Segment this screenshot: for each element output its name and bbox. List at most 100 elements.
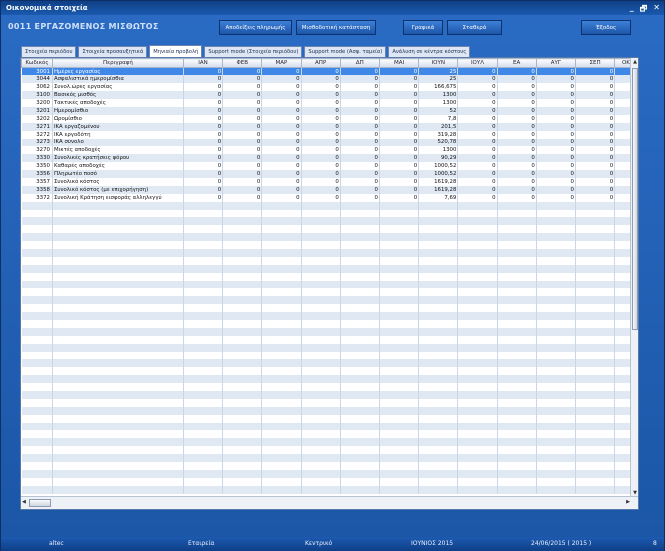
table-row[interactable]: 3201Ημερομίσθιο0000005200000	[21, 106, 632, 115]
table-row[interactable]	[21, 430, 632, 439]
cell-value: 0	[261, 75, 302, 84]
scroll-up-icon[interactable]: ▲	[631, 58, 638, 66]
column-header[interactable]: ΕΑ	[496, 58, 537, 68]
table-row[interactable]	[21, 327, 632, 336]
table-row[interactable]: 3356Πληρωτέο ποσό0000001000,5200000	[21, 170, 632, 178]
table-row[interactable]: 3271ΙΚΑ εργαζομένου000000201,500000	[21, 122, 632, 131]
table-row[interactable]	[21, 383, 632, 392]
vertical-scrollbar[interactable]: ▲ ▼	[630, 58, 638, 497]
cell-value	[379, 201, 420, 210]
table-row[interactable]	[21, 454, 632, 463]
cell-value	[536, 217, 576, 226]
cell-value: 0	[575, 162, 616, 171]
table-row[interactable]: 3372 Συνολική Κράτηση εισφοράς αλληλεγγύ 0…	[21, 193, 632, 202]
table-row[interactable]	[21, 391, 632, 399]
tab-support-funds[interactable]: Support mode (Ασφ. ταμεία)	[304, 46, 387, 57]
column-header[interactable]: ΙΑΝ	[182, 58, 224, 68]
table-row[interactable]	[21, 209, 632, 218]
table-row[interactable]	[21, 351, 632, 360]
table-row[interactable]	[21, 272, 632, 281]
column-header[interactable]: ΑΥΓ	[535, 58, 576, 68]
table-row[interactable]	[21, 312, 632, 320]
table-row[interactable]	[21, 438, 632, 447]
table-row[interactable]	[21, 406, 632, 415]
table-row[interactable]	[21, 359, 632, 368]
table-row[interactable]: 3200Τακτικές αποδοχές000000130000000	[21, 99, 632, 107]
table-row[interactable]	[21, 469, 632, 478]
table-row[interactable]	[21, 241, 632, 249]
horizontal-scrollbar[interactable]: ◀ ▶	[21, 496, 638, 509]
table-row[interactable]	[21, 233, 632, 242]
table-row[interactable]	[21, 477, 632, 486]
table-row[interactable]	[21, 288, 632, 297]
tab-cost-centers[interactable]: Ανάλυση σε κέντρα κόστους	[388, 46, 471, 57]
table-row[interactable]	[21, 375, 632, 384]
table-row[interactable]: 3270Μικτές αποδοχές000000130000000	[21, 146, 632, 155]
scroll-left-icon[interactable]: ◀	[22, 499, 26, 505]
tab-additional-data[interactable]: Στοιχεία προσαυξητικά	[78, 46, 148, 57]
table-row[interactable]	[21, 343, 632, 352]
table-row[interactable]	[21, 304, 632, 313]
status-count: 8	[653, 540, 657, 547]
table-row[interactable]	[21, 446, 632, 455]
tab-monthly-view[interactable]: Μηνιαία προβολή	[149, 45, 203, 57]
table-row[interactable]	[21, 462, 632, 470]
scroll-right-icon[interactable]: ▶	[626, 499, 630, 505]
payment-receipts-button[interactable]: Αποδείξεις πληρωμής	[219, 20, 292, 35]
column-header[interactable]: ΦΕΒ	[222, 58, 263, 68]
charts-button[interactable]: Γραφικά	[403, 20, 443, 35]
cell-value: 0	[301, 122, 341, 131]
table-row[interactable]	[21, 256, 632, 265]
table-row[interactable]: 3001Ημέρες εργασίας0000002500000	[21, 67, 632, 76]
cell-value: 0	[261, 146, 302, 155]
table-row[interactable]	[21, 367, 632, 376]
cell-value: 0	[340, 83, 380, 92]
table-row[interactable]: 3202Ωρομίσθιο0000007,800000	[21, 114, 632, 123]
table-row[interactable]	[21, 320, 632, 328]
cell-value	[222, 217, 263, 226]
table-row[interactable]: 3100Βασικός μισθός000000130000000	[21, 91, 632, 100]
column-header[interactable]: ΑΠΡ	[300, 58, 341, 68]
column-header[interactable]: ΔΠ	[339, 58, 380, 68]
vertical-scroll-thumb[interactable]	[632, 68, 638, 330]
column-header[interactable]: ΜΑΙ	[378, 58, 420, 68]
cell-value	[261, 438, 302, 447]
table-row[interactable]: 3272ΙΚΑ εργοδότη000000319,2800000	[21, 130, 632, 139]
table-row[interactable]: 3044Ασφαλιστικά ημερομίσθια0000002500000	[21, 75, 632, 84]
horizontal-scroll-thumb[interactable]	[29, 499, 51, 507]
table-row[interactable]: 3350Καθαρές αποδοχές0000001000,5200000	[21, 162, 632, 171]
cell-description: Τακτικές αποδοχές	[52, 99, 184, 107]
table-row[interactable]	[21, 485, 632, 494]
table-row[interactable]	[21, 248, 632, 257]
table-row[interactable]: 3062 Συνολ.ώρες εργασίας 0 0 0 0 0 0 166,675 0 0 0 0…	[21, 83, 632, 92]
column-header[interactable]: ΜΑΡ	[261, 58, 302, 68]
table-row[interactable]: 3330 Συνολικές κρατήσεις φόρου 0 0 0 0 0 0 90,29…	[21, 154, 632, 163]
table-row[interactable]	[21, 264, 632, 273]
exit-button[interactable]: Έξοδος	[581, 20, 631, 35]
column-header[interactable]: Περιγραφή	[51, 58, 184, 68]
table-row[interactable]: 3358 Συνολικό κόστος (με επιχορήγηση) 0 0 0 0…	[21, 185, 632, 194]
table-row[interactable]	[21, 422, 632, 431]
cell-value	[418, 209, 459, 218]
table-row[interactable]	[21, 280, 632, 289]
cell-value	[457, 430, 498, 439]
column-header[interactable]: Κωδικός	[21, 58, 53, 68]
table-row[interactable]	[21, 398, 632, 407]
table-row[interactable]	[21, 335, 632, 344]
table-row[interactable]: 3273ΙΚΑ σύνολο000000520,7800000	[21, 138, 632, 147]
table-row[interactable]	[21, 201, 632, 210]
constants-button[interactable]: Σταθερά	[447, 20, 502, 35]
table-row[interactable]	[21, 225, 632, 234]
payroll-statement-button[interactable]: Μισθοδοτική κατάσταση	[296, 20, 376, 35]
tab-period-data[interactable]: Στοιχεία περιόδου	[21, 46, 77, 57]
cell-description	[52, 304, 184, 313]
table-row[interactable]	[21, 217, 632, 226]
column-header[interactable]: ΙΟΥΝ	[418, 58, 459, 68]
column-header[interactable]: ΣΕΠ	[574, 58, 616, 68]
column-header[interactable]: ΙΟΥΛ	[457, 58, 498, 68]
tab-support-period[interactable]: Support mode (Στοιχεία περιόδου)	[204, 46, 303, 57]
table-row[interactable]: 3357Συνολικό κόστος0000001619,2800000	[21, 177, 632, 186]
table-row[interactable]	[21, 414, 632, 423]
table-row[interactable]	[21, 296, 632, 305]
cell-value	[575, 469, 616, 478]
